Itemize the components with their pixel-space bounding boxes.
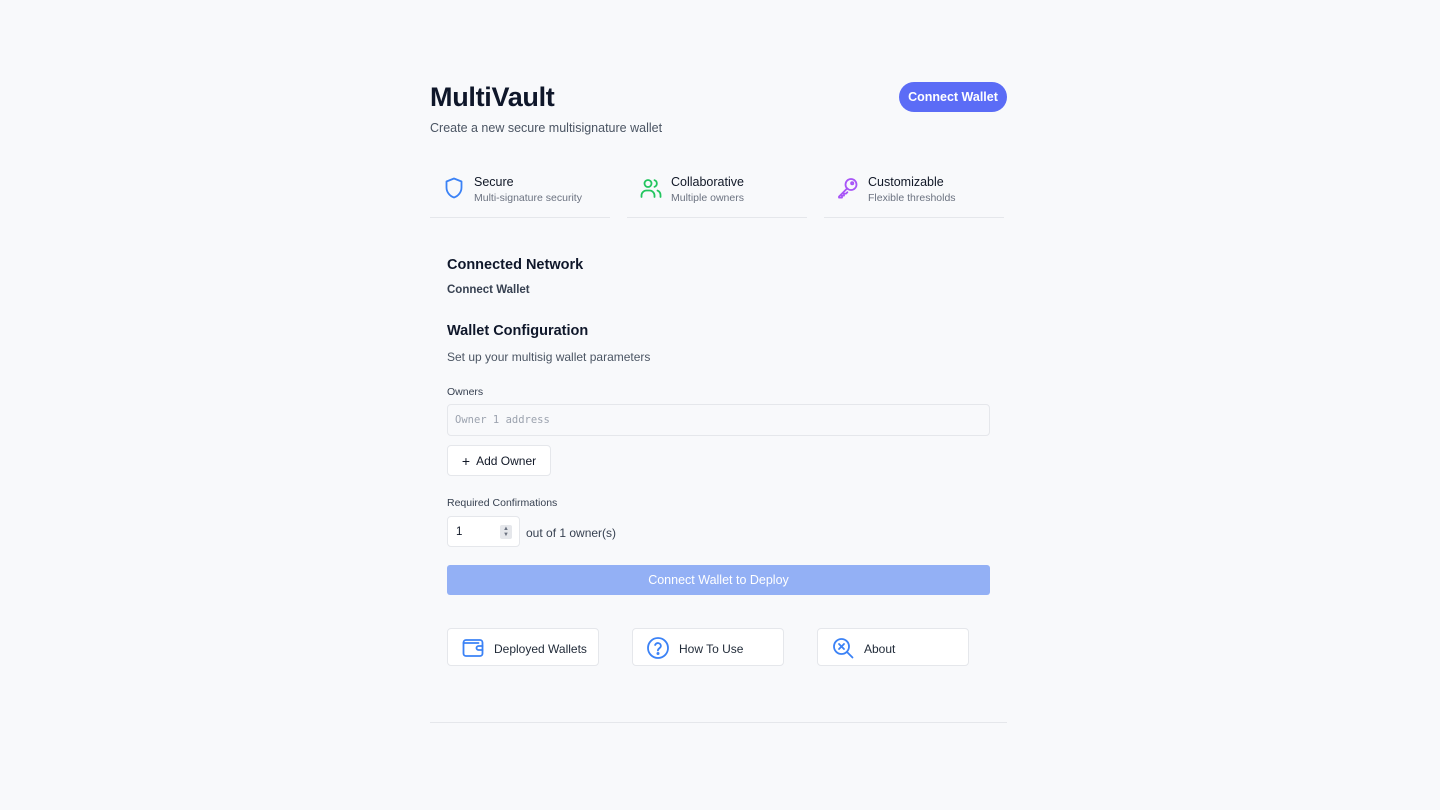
search-x-icon (833, 638, 854, 659)
app-title: MultiVault (430, 82, 555, 112)
feature-collaborative: Collaborative Multiple owners (627, 163, 807, 218)
out-of-text: out of 1 owner(s) (526, 526, 617, 540)
key-icon (838, 178, 858, 199)
feature-subtitle: Multiple owners (671, 192, 744, 204)
spinner-icon[interactable]: ▲ ▼ (500, 525, 512, 539)
wallet-icon (462, 639, 484, 657)
nav-label: About (864, 642, 896, 656)
shield-icon (445, 177, 463, 199)
plus-icon: + (461, 452, 471, 469)
connect-wallet-button[interactable]: Connect Wallet (899, 82, 1007, 112)
confirmations-value: 1 (456, 526, 463, 538)
network-status: Connect Wallet (447, 284, 530, 296)
how-to-use-button[interactable]: How To Use (632, 628, 784, 666)
deploy-button[interactable]: Connect Wallet to Deploy (447, 565, 990, 595)
app-subtitle: Create a new secure multisignature walle… (430, 121, 663, 135)
confirmations-input[interactable]: 1 ▲ ▼ (447, 516, 520, 547)
feature-subtitle: Flexible thresholds (868, 192, 956, 204)
nav-label: Deployed Wallets (494, 642, 587, 656)
nav-label: How To Use (679, 642, 744, 656)
footer-divider (430, 722, 1007, 723)
help-circle-icon (647, 637, 669, 659)
config-subtitle: Set up your multisig wallet parameters (447, 350, 651, 364)
add-owner-button[interactable]: + Add Owner (447, 445, 551, 476)
feature-subtitle: Multi-signature security (474, 192, 582, 204)
confirmations-label: Required Confirmations (447, 497, 558, 509)
about-button[interactable]: About (817, 628, 969, 666)
feature-customizable: Customizable Flexible thresholds (824, 163, 1004, 218)
users-icon (640, 179, 662, 198)
add-owner-label: Add Owner (476, 453, 537, 468)
deployed-wallets-button[interactable]: Deployed Wallets (447, 628, 599, 666)
owners-label: Owners (447, 386, 484, 398)
config-heading: Wallet Configuration (447, 323, 589, 339)
feature-list: Secure Multi-signature security Collabor… (430, 163, 1007, 218)
owner-address-input[interactable] (447, 404, 990, 436)
feature-title: Customizable (868, 175, 944, 189)
network-heading: Connected Network (447, 257, 584, 273)
header: MultiVault Create a new secure multisign… (430, 82, 1007, 142)
feature-title: Secure (474, 175, 514, 189)
feature-secure: Secure Multi-signature security (430, 163, 610, 218)
feature-title: Collaborative (671, 175, 744, 189)
